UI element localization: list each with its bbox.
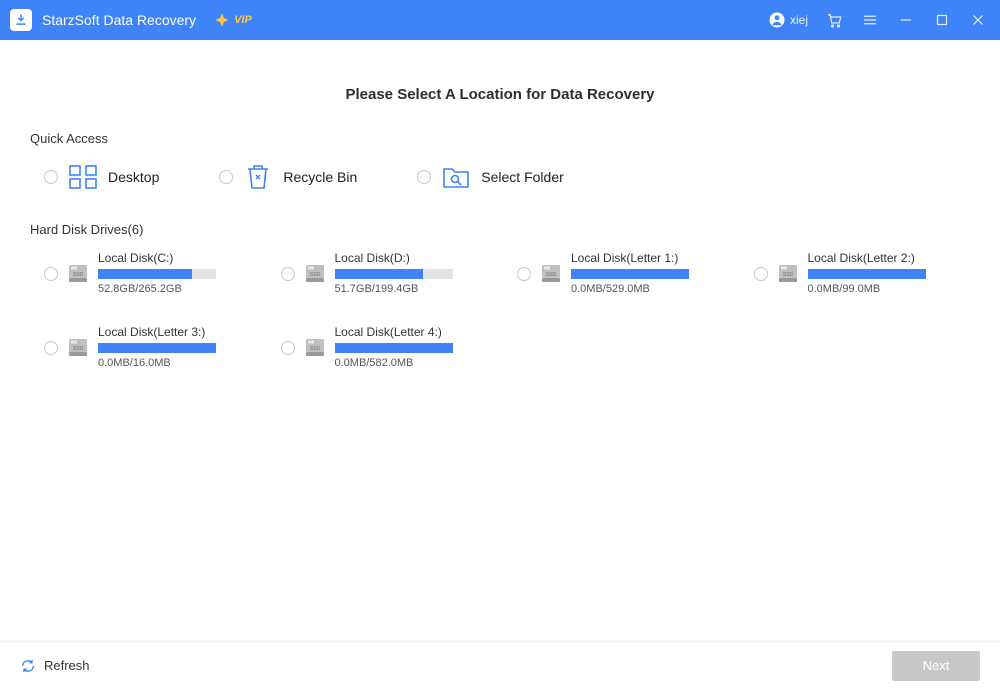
next-button[interactable]: Next	[892, 651, 980, 681]
quick-access-label: Quick Access	[30, 131, 970, 146]
page-heading: Please Select A Location for Data Recove…	[30, 86, 970, 103]
refresh-label: Refresh	[44, 658, 90, 673]
titlebar: StarzSoft Data Recovery VIP xiej	[0, 0, 1000, 40]
desktop-icon	[66, 160, 100, 194]
svg-text:SSD: SSD	[782, 272, 793, 278]
drive-usage-bar	[571, 269, 689, 279]
hdd-icon: SSD	[776, 261, 800, 285]
radio[interactable]	[44, 341, 58, 355]
user-icon	[768, 11, 786, 29]
menu-button[interactable]	[860, 10, 880, 30]
drive-item[interactable]: SSD Local Disk(Letter 1:) 0.0MB/529.0MB	[517, 251, 734, 295]
drive-body: Local Disk(Letter 1:) 0.0MB/529.0MB	[571, 251, 734, 295]
drive-item[interactable]: SSD Local Disk(Letter 2:) 0.0MB/99.0MB	[754, 251, 971, 295]
radio[interactable]	[281, 341, 295, 355]
drive-item[interactable]: SSD Local Disk(Letter 4:) 0.0MB/582.0MB	[281, 325, 498, 369]
drive-body: Local Disk(Letter 3:) 0.0MB/16.0MB	[98, 325, 261, 369]
drive-name: Local Disk(Letter 4:)	[335, 325, 498, 339]
drive-size: 52.8GB/265.2GB	[98, 283, 261, 295]
svg-text:SSD: SSD	[73, 346, 84, 352]
maximize-button[interactable]	[932, 10, 952, 30]
hdd-icon: SSD	[66, 335, 90, 359]
hard-drives-label: Hard Disk Drives(6)	[30, 222, 970, 237]
drive-size: 0.0MB/99.0MB	[808, 283, 971, 295]
quick-access-label-text: Select Folder	[481, 169, 563, 185]
radio[interactable]	[517, 267, 531, 281]
drive-usage-fill	[98, 343, 216, 353]
drive-size: 0.0MB/16.0MB	[98, 357, 261, 369]
drive-usage-fill	[808, 269, 926, 279]
drive-size: 51.7GB/199.4GB	[335, 283, 498, 295]
refresh-icon	[20, 658, 36, 674]
drive-usage-bar	[98, 269, 216, 279]
drive-item[interactable]: SSD Local Disk(C:) 52.8GB/265.2GB	[44, 251, 261, 295]
drive-body: Local Disk(Letter 2:) 0.0MB/99.0MB	[808, 251, 971, 295]
vip-text: VIP	[234, 14, 252, 26]
radio[interactable]	[417, 170, 431, 184]
drive-usage-fill	[571, 269, 689, 279]
radio[interactable]	[44, 170, 58, 184]
hdd-icon: SSD	[303, 261, 327, 285]
select-folder-icon	[439, 160, 473, 194]
drive-size: 0.0MB/582.0MB	[335, 357, 498, 369]
hdd-icon: SSD	[539, 261, 563, 285]
drive-body: Local Disk(C:) 52.8GB/265.2GB	[98, 251, 261, 295]
radio[interactable]	[281, 267, 295, 281]
drive-item[interactable]: SSD Local Disk(Letter 3:) 0.0MB/16.0MB	[44, 325, 261, 369]
drive-item[interactable]: SSD Local Disk(D:) 51.7GB/199.4GB	[281, 251, 498, 295]
user-account[interactable]: xiej	[768, 11, 808, 29]
drive-usage-bar	[335, 269, 453, 279]
titlebar-controls: xiej	[768, 10, 988, 30]
cart-button[interactable]	[824, 10, 844, 30]
svg-text:SSD: SSD	[309, 272, 320, 278]
vip-badge: VIP	[214, 12, 252, 28]
svg-text:SSD: SSD	[309, 346, 320, 352]
radio[interactable]	[754, 267, 768, 281]
app-logo	[10, 9, 32, 31]
drive-usage-fill	[335, 343, 453, 353]
drive-usage-bar	[98, 343, 216, 353]
hdd-icon: SSD	[303, 335, 327, 359]
drive-name: Local Disk(C:)	[98, 251, 261, 265]
hdd-icon: SSD	[66, 261, 90, 285]
drive-usage-fill	[335, 269, 424, 279]
drives-grid: SSD Local Disk(C:) 52.8GB/265.2GB SSD Lo…	[30, 251, 970, 369]
drive-name: Local Disk(Letter 3:)	[98, 325, 261, 339]
drive-name: Local Disk(Letter 1:)	[571, 251, 734, 265]
drive-body: Local Disk(D:) 51.7GB/199.4GB	[335, 251, 498, 295]
quick-access-recycle-bin[interactable]: Recycle Bin	[219, 160, 357, 194]
quick-access-row: Desktop Recycle Bin Select Folder	[30, 160, 970, 194]
footer: Refresh Next	[0, 641, 1000, 689]
minimize-button[interactable]	[896, 10, 916, 30]
vip-icon	[214, 12, 230, 28]
drive-name: Local Disk(Letter 2:)	[808, 251, 971, 265]
drive-usage-bar	[808, 269, 926, 279]
drive-size: 0.0MB/529.0MB	[571, 283, 734, 295]
user-name: xiej	[790, 13, 808, 27]
drive-usage-fill	[98, 269, 192, 279]
svg-text:SSD: SSD	[546, 272, 557, 278]
drive-name: Local Disk(D:)	[335, 251, 498, 265]
drive-usage-bar	[335, 343, 453, 353]
close-button[interactable]	[968, 10, 988, 30]
drive-body: Local Disk(Letter 4:) 0.0MB/582.0MB	[335, 325, 498, 369]
refresh-button[interactable]: Refresh	[20, 658, 90, 674]
svg-text:SSD: SSD	[73, 272, 84, 278]
main-content: Please Select A Location for Data Recove…	[0, 86, 1000, 369]
recycle-bin-icon	[241, 160, 275, 194]
radio[interactable]	[44, 267, 58, 281]
app-title: StarzSoft Data Recovery	[42, 12, 196, 28]
quick-access-label-text: Desktop	[108, 169, 159, 185]
quick-access-select-folder[interactable]: Select Folder	[417, 160, 563, 194]
quick-access-desktop[interactable]: Desktop	[44, 160, 159, 194]
quick-access-label-text: Recycle Bin	[283, 169, 357, 185]
radio[interactable]	[219, 170, 233, 184]
